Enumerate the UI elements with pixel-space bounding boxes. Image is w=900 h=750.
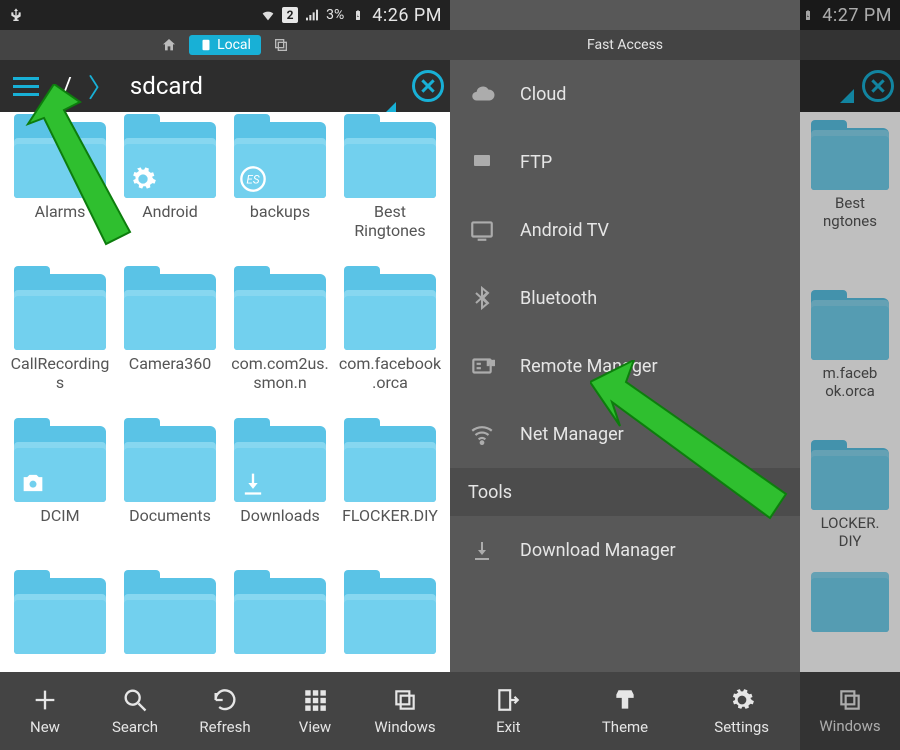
drawer-item-ftp[interactable]: FTP: [450, 128, 800, 196]
folder-item[interactable]: [6, 578, 114, 672]
folder-icon: [14, 274, 106, 350]
theme-icon: [610, 686, 640, 714]
folder-item[interactable]: com.com2us.smon.n: [226, 274, 334, 422]
folder-label: Camera360: [129, 354, 211, 373]
folder-label: com.facebook.orca: [338, 354, 442, 392]
folder-item[interactable]: CallRecordings: [6, 274, 114, 422]
folder-icon: [344, 274, 436, 350]
folder-item[interactable]: [226, 578, 334, 672]
folder-item[interactable]: Camera360: [116, 274, 224, 422]
status-bar: 2 3% 4:26 PM: [0, 0, 450, 30]
folder-icon: [124, 426, 216, 502]
cloud-icon: [468, 80, 496, 108]
folder-item[interactable]: [336, 578, 444, 672]
home-icon[interactable]: [161, 37, 177, 53]
folder-label: com.com2us.smon.n: [228, 354, 332, 392]
svg-text:ES: ES: [246, 173, 259, 187]
wifi-icon: [260, 7, 276, 23]
folder-icon: ES: [234, 122, 326, 198]
folder-item[interactable]: ES backups: [226, 122, 334, 270]
drawer-header: Fast Access: [450, 30, 800, 60]
folder-item[interactable]: Documents: [116, 426, 224, 574]
search-icon: [120, 686, 150, 714]
folder-icon: [234, 426, 326, 502]
folder-label: Downloads: [240, 506, 319, 525]
right-screenshot: 2 3% 4:27 PM Bestngtonesm.facebok.orcaLO…: [450, 0, 900, 750]
tutorial-arrow-1: [14, 84, 144, 254]
drawer-item-bluetooth[interactable]: Bluetooth: [450, 264, 800, 332]
bottom-windows-button[interactable]: Windows: [360, 672, 450, 750]
windows-icon: [390, 686, 420, 714]
bottom-refresh-button[interactable]: Refresh: [180, 672, 270, 750]
drawer-bottom-bar: ExitThemeSettings: [450, 672, 800, 750]
download-icon: [468, 536, 496, 564]
refresh-icon: [210, 686, 240, 714]
folder-label: Best Ringtones: [338, 202, 442, 240]
plus-icon: [30, 686, 60, 714]
drawer-item-android-tv[interactable]: Android TV: [450, 196, 800, 264]
folder-label: backups: [250, 202, 310, 221]
monitor-icon: [468, 148, 496, 176]
grid-icon: [300, 686, 330, 714]
tab-local[interactable]: Local: [189, 35, 261, 55]
drawer-theme-button[interactable]: Theme: [567, 672, 684, 750]
signal-icon: [304, 7, 320, 23]
folder-label: FLOCKER.DIY: [342, 506, 438, 525]
tv-icon: [468, 216, 496, 244]
folder-icon: [344, 426, 436, 502]
folder-icon: [344, 122, 436, 198]
folder-icon: [234, 274, 326, 350]
folder-item[interactable]: Best Ringtones: [336, 122, 444, 270]
exit-icon: [493, 686, 523, 714]
folder-icon: [14, 426, 106, 502]
folder-label: Documents: [129, 506, 211, 525]
bottom-search-button[interactable]: Search: [90, 672, 180, 750]
drawer-exit-button[interactable]: Exit: [450, 672, 567, 750]
multi-window-icon[interactable]: [273, 37, 289, 53]
folder-item[interactable]: [116, 578, 224, 672]
folder-item[interactable]: com.facebook.orca: [336, 274, 444, 422]
bluetooth-icon: [468, 284, 496, 312]
sim-badge: 2: [282, 7, 298, 23]
folder-icon: [124, 274, 216, 350]
close-tab-button[interactable]: [412, 70, 444, 102]
bottom-bar: NewSearchRefreshViewWindows: [0, 672, 450, 750]
gear-icon: [727, 686, 757, 714]
folder-label: Android: [142, 202, 198, 221]
folder-item[interactable]: DCIM: [6, 426, 114, 574]
battery-pct: 3%: [326, 7, 344, 23]
tab-strip: Local: [0, 30, 450, 60]
bottom-view-button[interactable]: View: [270, 672, 360, 750]
remote-icon: FTP: [468, 352, 496, 380]
usb-icon: [8, 7, 24, 23]
svg-text:FTP: FTP: [487, 361, 495, 367]
drawer-settings-button[interactable]: Settings: [683, 672, 800, 750]
dim-overlay: [800, 0, 900, 750]
clock: 4:26 PM: [372, 5, 442, 26]
folder-label: CallRecordings: [8, 354, 112, 392]
folder-item[interactable]: FLOCKER.DIY: [336, 426, 444, 574]
wifi-icon: [468, 420, 496, 448]
folder-item[interactable]: Downloads: [226, 426, 334, 574]
battery-icon: [350, 7, 366, 23]
tutorial-arrow-2: [590, 360, 790, 530]
folder-label: DCIM: [40, 506, 79, 525]
left-screenshot: 2 3% 4:26 PM Local / 〉 sdcard AlarmsAndr…: [0, 0, 450, 750]
bottom-new-button[interactable]: New: [0, 672, 90, 750]
drawer-item-cloud[interactable]: Cloud: [450, 60, 800, 128]
